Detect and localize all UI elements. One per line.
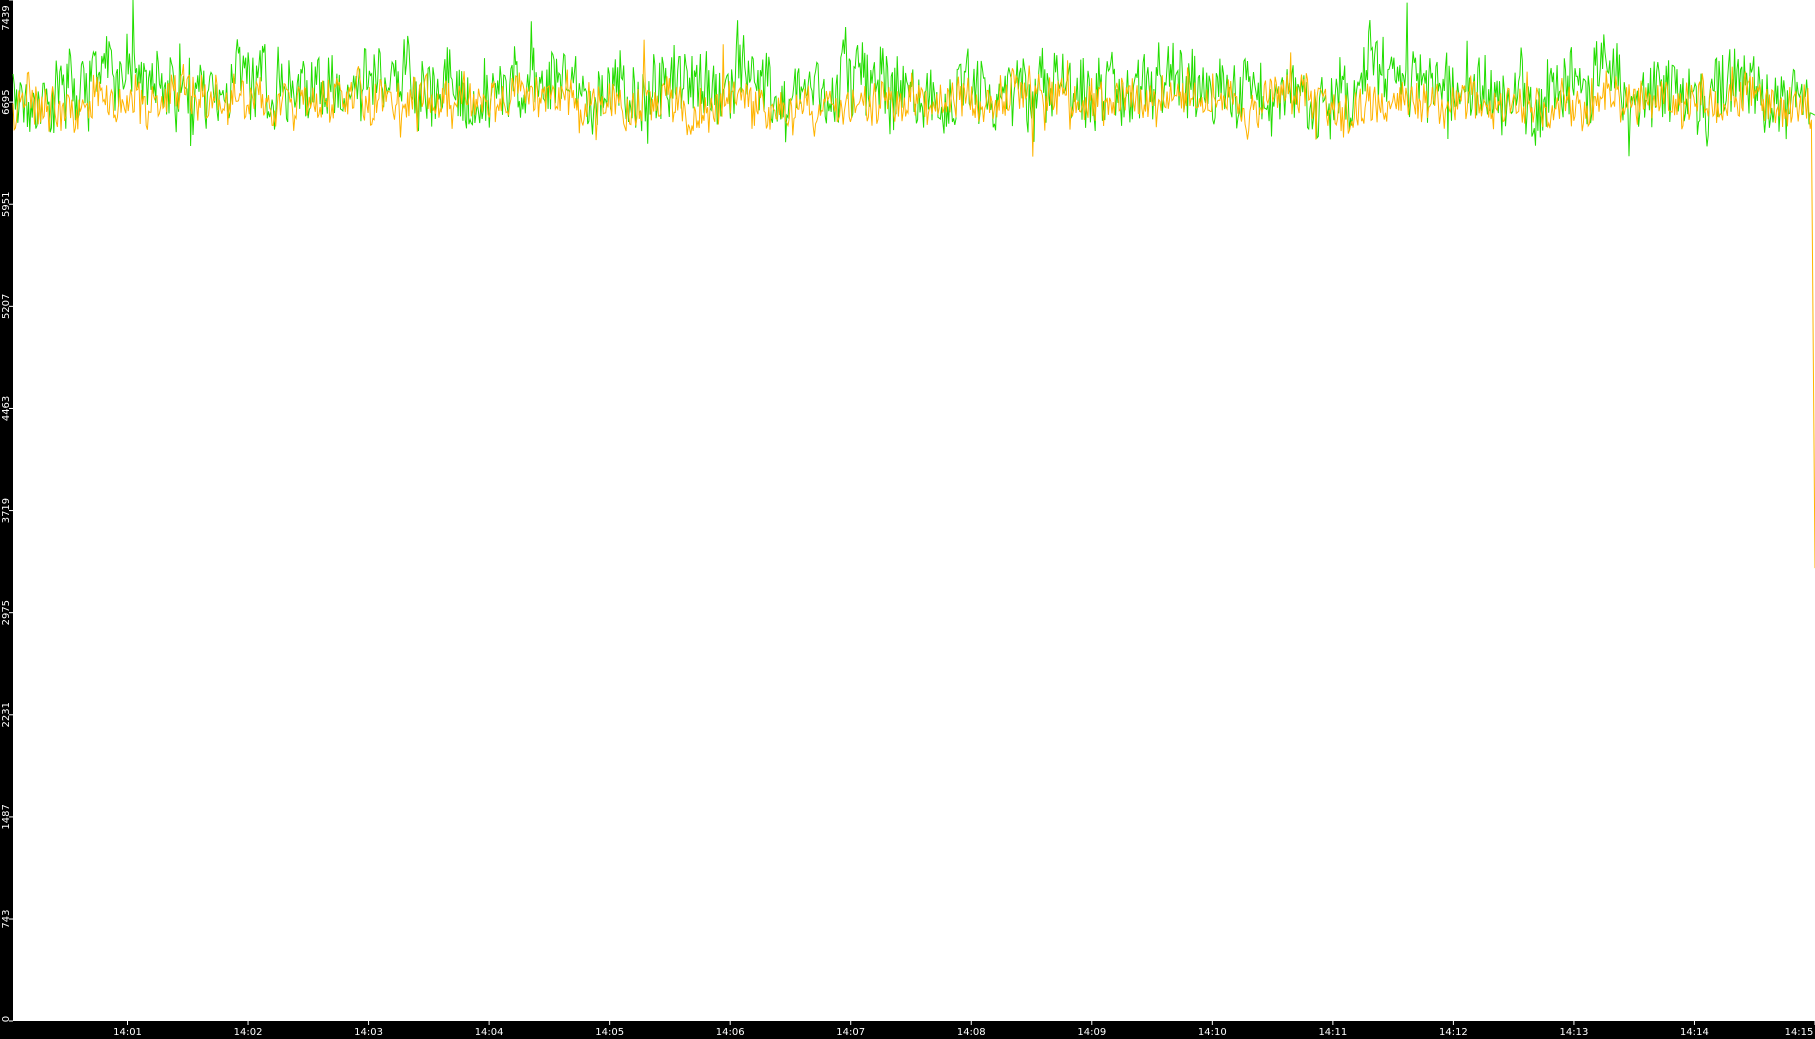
x-tick-label: 14:15 [1785,1027,1814,1038]
y-tick-label: 2975 [1,600,12,625]
x-tick-label: 14:09 [1077,1027,1106,1038]
x-tick-label: 14:06 [716,1027,745,1038]
y-tick-label: 5951 [1,192,12,217]
y-tick-label: 3719 [1,498,12,523]
y-tick-label: 6695 [1,89,12,114]
y-tick-label: 1487 [1,804,12,829]
plot-area [13,0,1815,1021]
x-tick-label: 14:13 [1560,1027,1589,1038]
x-tick-label: 14:04 [475,1027,504,1038]
y-tick-label: 4463 [1,396,12,421]
bottom-axis-bar [0,1021,1815,1039]
x-tick-label: 14:02 [234,1027,263,1038]
y-tick-label: 7439 [1,5,12,30]
line-chart: 0 743 1487 2231 2975 3719 4463 5207 5951 6695 7439… [0,0,1815,1039]
x-tick-label: 14:11 [1318,1027,1347,1038]
x-tick-label: 14:12 [1439,1027,1468,1038]
x-tick-label: 14:07 [836,1027,865,1038]
y-tick-label: 5207 [1,294,12,319]
x-tick-label: 14:01 [113,1027,142,1038]
chart-container: 0 743 1487 2231 2975 3719 4463 5207 5951 6695 7439… [0,0,1815,1039]
x-tick-label: 14:08 [957,1027,986,1038]
y-tick-label: 743 [1,909,12,928]
x-tick-label: 14:14 [1680,1027,1709,1038]
x-tick-label: 14:10 [1198,1027,1227,1038]
x-tick-label: 14:05 [595,1027,624,1038]
y-tick-label: 0 [1,1016,12,1022]
y-tick-label: 2231 [1,702,12,727]
x-tick-label: 14:03 [354,1027,383,1038]
